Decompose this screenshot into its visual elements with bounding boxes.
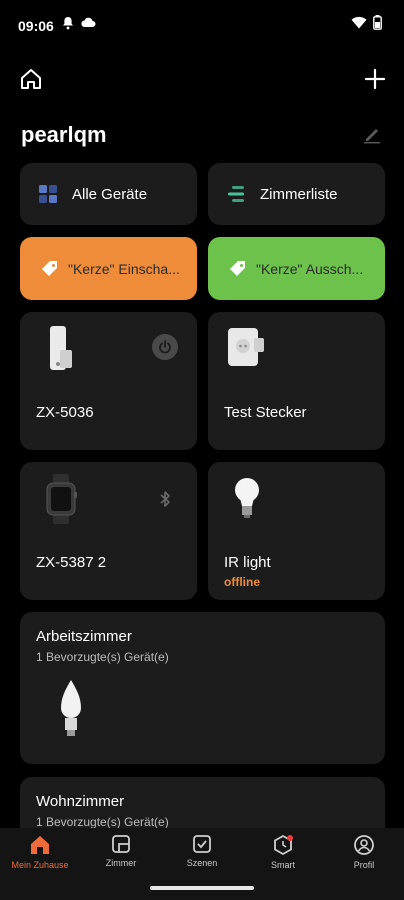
- nav-mein-zuhause[interactable]: Mein Zuhause: [0, 834, 80, 884]
- list-icon: [228, 186, 244, 202]
- room-list-shortcut[interactable]: Zimmerliste: [208, 163, 385, 225]
- plug-device-icon: [228, 328, 264, 366]
- device-card-test-stecker[interactable]: Test Stecker: [208, 312, 385, 450]
- device-name: ZX-5036: [36, 404, 94, 421]
- all-devices-shortcut[interactable]: Alle Geräte: [20, 163, 197, 225]
- battery-icon: [373, 15, 382, 30]
- status-bar: 09:06: [0, 0, 404, 50]
- device-card-zx-5387-2[interactable]: ZX-5387 2: [20, 462, 197, 600]
- room-title: Arbeitszimmer: [36, 628, 132, 645]
- notification-bell-icon: [63, 17, 73, 30]
- scene-check-icon: [193, 835, 211, 853]
- scene-label: "Kerze" Aussch...: [256, 260, 364, 277]
- room-favorites-count: 1 Bevorzugte(s) Gerät(e): [36, 650, 169, 664]
- camera-device-icon: [50, 326, 72, 370]
- home-icon: [31, 836, 49, 854]
- home-overview-button[interactable]: [16, 64, 46, 94]
- cloud-icon: [81, 17, 96, 27]
- shortcut-label: Zimmerliste: [260, 185, 338, 203]
- shortcut-label: Alle Geräte: [72, 185, 148, 203]
- scene-candle-on[interactable]: "Kerze" Einscha...: [20, 237, 197, 300]
- scene-candle-off[interactable]: "Kerze" Aussch...: [208, 237, 385, 300]
- nav-profil[interactable]: Profil: [324, 834, 404, 884]
- device-card-ir-light[interactable]: IR light offline: [208, 462, 385, 600]
- grid-icon: [39, 185, 57, 203]
- bluetooth-icon: [160, 491, 170, 507]
- tag-icon: [42, 260, 57, 276]
- room-favorites-count: 1 Bevorzugte(s) Gerät(e): [36, 815, 169, 829]
- bulb-device-icon: [235, 478, 259, 518]
- device-status-offline: offline: [224, 575, 260, 589]
- nav-szenen[interactable]: Szenen: [162, 834, 242, 884]
- nav-smart[interactable]: Smart: [243, 834, 323, 884]
- room-card-arbeitszimmer[interactable]: Arbeitszimmer 1 Bevorzugte(s) Gerät(e): [20, 612, 385, 764]
- device-name: IR light: [224, 554, 271, 571]
- top-bar: [0, 60, 404, 100]
- tag-icon: [230, 260, 245, 276]
- device-name: ZX-5387 2: [36, 554, 107, 571]
- power-icon: [159, 340, 171, 354]
- candle-bulb-icon[interactable]: [58, 678, 84, 738]
- room-icon: [112, 835, 130, 853]
- room-title: Wohnzimmer: [36, 793, 125, 810]
- status-time: 09:06: [18, 18, 54, 34]
- wifi-icon: [351, 16, 367, 29]
- profile-icon: [354, 835, 374, 855]
- home-indicator[interactable]: [150, 886, 254, 890]
- device-card-zx-5036[interactable]: ZX-5036: [20, 312, 197, 450]
- plus-icon: [364, 68, 386, 90]
- house-icon: [21, 69, 41, 89]
- pencil-icon: [364, 129, 380, 144]
- scene-label: "Kerze" Einscha...: [68, 260, 180, 277]
- home-name[interactable]: pearlqm: [21, 122, 107, 148]
- edit-button[interactable]: [362, 124, 384, 146]
- smartwatch-device-icon: [46, 474, 77, 524]
- smart-icon: [274, 834, 293, 856]
- device-name: Test Stecker: [224, 404, 307, 421]
- add-device-button[interactable]: [360, 64, 390, 94]
- power-button[interactable]: [152, 334, 178, 360]
- nav-zimmer[interactable]: Zimmer: [81, 834, 161, 884]
